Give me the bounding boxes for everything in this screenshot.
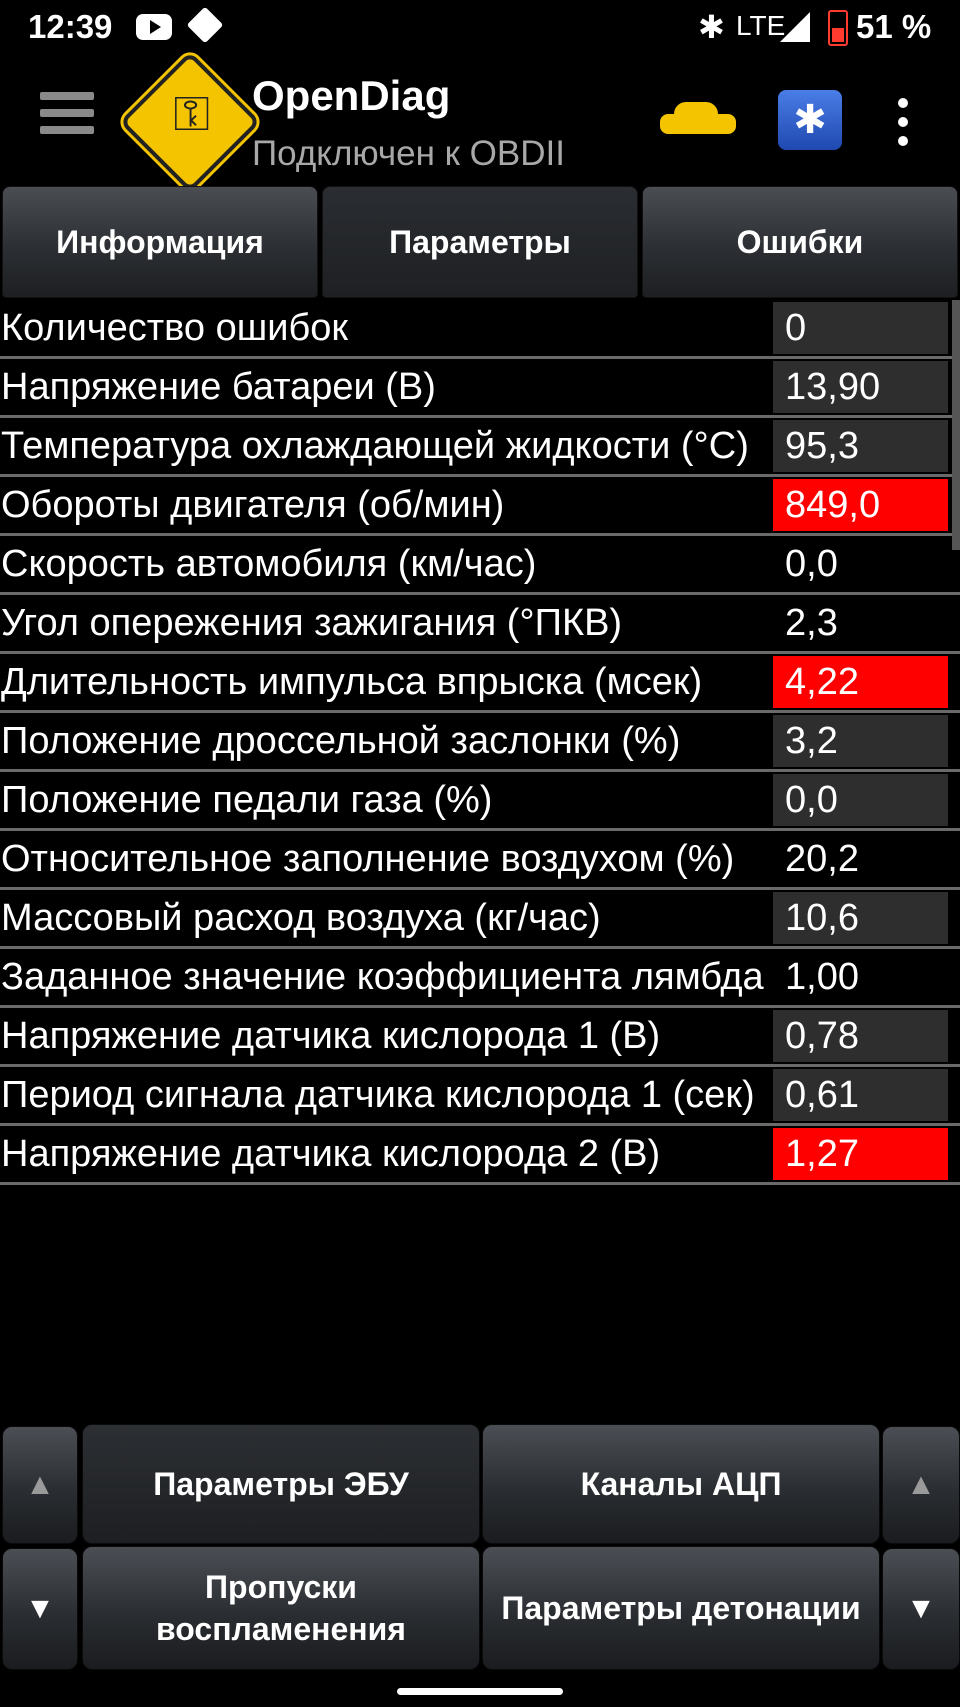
app-logo-icon: [119, 51, 261, 193]
parameter-value-cell: 20,2: [773, 831, 960, 887]
parameter-value-cell: 10,6: [773, 890, 960, 946]
tab-parameters[interactable]: Параметры: [322, 186, 638, 298]
parameter-row[interactable]: Скорость автомобиля (км/час) 0,0: [0, 536, 960, 595]
battery-icon: [828, 10, 848, 46]
bluetooth-status-icon: ✱: [698, 9, 725, 45]
network-type: LTE: [736, 10, 786, 41]
page-down-left-button[interactable]: ▼: [2, 1548, 78, 1670]
parameter-value-cell: 0: [773, 300, 960, 356]
parameter-label: Количество ошибок: [1, 307, 348, 349]
parameter-value-cell: 0,0: [773, 772, 960, 828]
parameter-value-cell: 0,61: [773, 1067, 960, 1123]
parameter-row[interactable]: Заданное значение коэффициента лямбда 1,0…: [0, 949, 960, 1008]
app-title: OpenDiag: [252, 72, 451, 119]
parameter-row[interactable]: Период сигнала датчика кислорода 1 (сек)…: [0, 1067, 960, 1126]
parameter-value-cell: 0,0: [773, 536, 960, 592]
parameter-value-cell: 4,22: [773, 654, 960, 710]
parameter-label: Напряжение датчика кислорода 1 (В): [1, 1015, 661, 1057]
parameter-value: 2,3: [785, 601, 838, 644]
parameter-label: Напряжение батареи (В): [1, 366, 436, 408]
parameter-label: Обороты двигателя (об/мин): [1, 484, 505, 526]
parameter-value-cell: 95,3: [773, 418, 960, 474]
knock-params-button[interactable]: Параметры детонации: [482, 1546, 880, 1670]
bottom-panel: ▲ Параметры ЭБУ Каналы АЦП ▲ ▼ Пропуски …: [0, 1424, 960, 1670]
parameter-list[interactable]: Количество ошибок 0 Напряжение батареи (В)…: [0, 300, 960, 1422]
parameter-value-cell: 0,78: [773, 1008, 960, 1064]
parameter-value-cell: 13,90: [773, 359, 960, 415]
parameter-value: 0,61: [773, 1069, 948, 1121]
parameter-row[interactable]: Количество ошибок 0: [0, 300, 960, 359]
parameter-row[interactable]: Обороты двигателя (об/мин) 849,0: [0, 477, 960, 536]
parameter-label: Заданное значение коэффициента лямбда: [1, 956, 764, 998]
parameter-label: Положение педали газа (%): [1, 779, 493, 821]
battery-percent: 51 %: [856, 8, 932, 45]
parameter-value: 20,2: [785, 837, 859, 880]
parameter-label: Период сигнала датчика кислорода 1 (сек): [1, 1074, 755, 1116]
misfires-button[interactable]: Пропуски воспламенения: [82, 1546, 480, 1670]
ecu-params-button[interactable]: Параметры ЭБУ: [82, 1424, 480, 1544]
parameter-value: 1,27: [773, 1128, 948, 1180]
parameter-row[interactable]: Температура охлаждающей жидкости (°С) 95,…: [0, 418, 960, 477]
status-bar: 12:39 ✱ LTE 51 %: [0, 0, 960, 58]
app-bar: OpenDiag Подключен к OBDII ✱: [0, 51, 960, 193]
parameter-label: Температура охлаждающей жидкости (°С): [1, 425, 749, 467]
status-time: 12:39: [28, 8, 113, 45]
page-up-right-button[interactable]: ▲: [882, 1426, 960, 1544]
parameter-value: 13,90: [773, 361, 948, 413]
parameter-value: 0: [773, 302, 948, 354]
parameter-value: 1,00: [785, 955, 859, 998]
bluetooth-adapter-icon[interactable]: ✱: [778, 90, 842, 150]
parameter-value-cell: 1,27: [773, 1126, 960, 1182]
parameter-row[interactable]: Относительное заполнение воздухом (%) 20,…: [0, 831, 960, 890]
signal-icon: [780, 12, 810, 42]
parameter-row[interactable]: Массовый расход воздуха (кг/час) 10,6: [0, 890, 960, 949]
home-indicator[interactable]: [397, 1688, 563, 1695]
parameter-label: Относительное заполнение воздухом (%): [1, 838, 735, 880]
parameter-value-cell: 3,2: [773, 713, 960, 769]
parameter-row[interactable]: Длительность импульса впрыска (мсек) 4,22: [0, 654, 960, 713]
parameter-value-cell: 2,3: [773, 595, 960, 651]
scrollbar[interactable]: [952, 300, 960, 550]
parameter-label: Положение дроссельной заслонки (%): [1, 720, 681, 762]
parameter-label: Длительность импульса впрыска (мсек): [1, 661, 703, 703]
parameter-row[interactable]: Напряжение датчика кислорода 2 (В) 1,27: [0, 1126, 960, 1185]
tab-errors[interactable]: Ошибки: [642, 186, 958, 298]
parameter-value: 4,22: [773, 656, 948, 708]
page-up-left-button[interactable]: ▲: [2, 1426, 78, 1544]
youtube-icon: [136, 14, 172, 40]
parameter-value: 0,0: [773, 774, 948, 826]
parameter-value-cell: 1,00: [773, 949, 960, 1005]
tab-bar: Информация Параметры Ошибки: [0, 186, 960, 298]
tab-information[interactable]: Информация: [2, 186, 318, 298]
parameter-row[interactable]: Напряжение батареи (В) 13,90: [0, 359, 960, 418]
parameter-value: 849,0: [773, 479, 948, 531]
diamond-icon: [186, 6, 224, 44]
more-options-icon[interactable]: [898, 98, 910, 155]
parameter-value: 0,78: [773, 1010, 948, 1062]
parameter-row[interactable]: Угол опережения зажигания (°ПКВ) 2,3: [0, 595, 960, 654]
parameter-row[interactable]: Положение дроссельной заслонки (%) 3,2: [0, 713, 960, 772]
parameter-value: 10,6: [773, 892, 948, 944]
parameter-value: 95,3: [773, 420, 948, 472]
parameter-value: 0,0: [785, 542, 838, 585]
parameter-value: 3,2: [773, 715, 948, 767]
page-down-right-button[interactable]: ▼: [882, 1548, 960, 1670]
parameter-value-cell: 849,0: [773, 477, 960, 533]
menu-icon[interactable]: [40, 92, 94, 150]
car-icon[interactable]: [660, 102, 736, 136]
parameter-label: Скорость автомобиля (км/час): [1, 543, 537, 585]
adc-channels-button[interactable]: Каналы АЦП: [482, 1424, 880, 1544]
parameter-label: Массовый расход воздуха (кг/час): [1, 897, 601, 939]
connection-status: Подключен к OBDII: [252, 134, 565, 173]
parameter-label: Напряжение датчика кислорода 2 (В): [1, 1133, 661, 1175]
parameter-row[interactable]: Положение педали газа (%) 0,0: [0, 772, 960, 831]
parameter-label: Угол опережения зажигания (°ПКВ): [1, 602, 623, 644]
parameter-row[interactable]: Напряжение датчика кислорода 1 (В) 0,78: [0, 1008, 960, 1067]
